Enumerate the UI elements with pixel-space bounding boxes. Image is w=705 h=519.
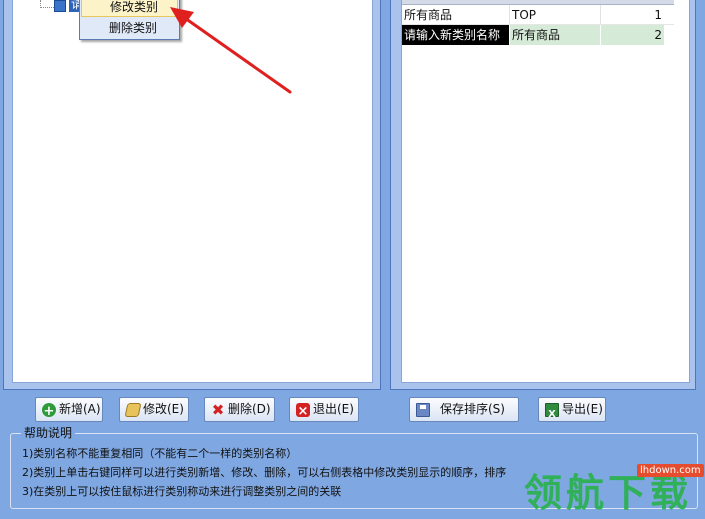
help-line: 1)类别名称不能重复相同（不能有二个一样的类别名称） [22,447,298,460]
exit-icon [296,400,310,423]
save-icon [416,402,430,417]
help-line: 3)在类别上可以按住鼠标进行类别称动来进行调整类别之间的关联 [22,485,342,498]
cell-parent[interactable]: 所有商品 [510,25,600,45]
category-grid: 所有商品 TOP 1 请输入新类别名称 所有商品 2 [401,0,690,383]
column-divider [600,5,601,25]
edit-icon [124,402,142,417]
exit-button[interactable]: 退出(E) [289,397,359,423]
cell-order[interactable]: 2 [601,25,664,45]
help-line: 2)类别上单击右键同样可以进行类别新增、修改、删除，可以右侧表格中修改类别显示的… [22,466,507,479]
tree-connector [40,7,54,8]
help-title: 帮助说明 [21,426,76,440]
save-order-button-label: 保存排序(S) [440,402,505,416]
table-row[interactable]: 请输入新类别名称 所有商品 2 [402,25,689,45]
export-button[interactable]: 导出(E) [538,397,606,426]
add-icon [42,400,56,423]
delete-button-label: 删除(D) [228,402,271,416]
cell-parent[interactable]: TOP [510,5,600,25]
column-divider [509,5,510,25]
cell-order[interactable]: 1 [601,5,664,25]
add-button-label: 新增(A) [59,402,101,416]
exit-button-label: 退出(E) [313,402,354,416]
category-grid-panel: 所有商品 TOP 1 请输入新类别名称 所有商品 2 [390,0,696,390]
cell-name[interactable]: 请输入新类别名称 [402,25,509,45]
edit-button[interactable]: 修改(E) [119,397,189,422]
grid-scroll-area [674,0,689,382]
delete-button[interactable]: ✖ 删除(D) [204,397,275,422]
export-button-label: 导出(E) [562,402,603,416]
watermark-logo: 领航下载 [524,471,693,515]
save-order-button[interactable]: 保存排序(S) [409,397,519,422]
folder-icon [54,0,66,12]
excel-icon [545,402,559,426]
cell-name[interactable]: 所有商品 [402,5,509,25]
delete-icon: ✖ [211,400,225,419]
watermark-site: lhdown.com [637,464,704,477]
add-button[interactable]: 新增(A) [35,397,103,423]
annotation-arrow [170,7,292,94]
table-row[interactable]: 所有商品 TOP 1 [402,5,689,25]
edit-button-label: 修改(E) [143,402,184,416]
